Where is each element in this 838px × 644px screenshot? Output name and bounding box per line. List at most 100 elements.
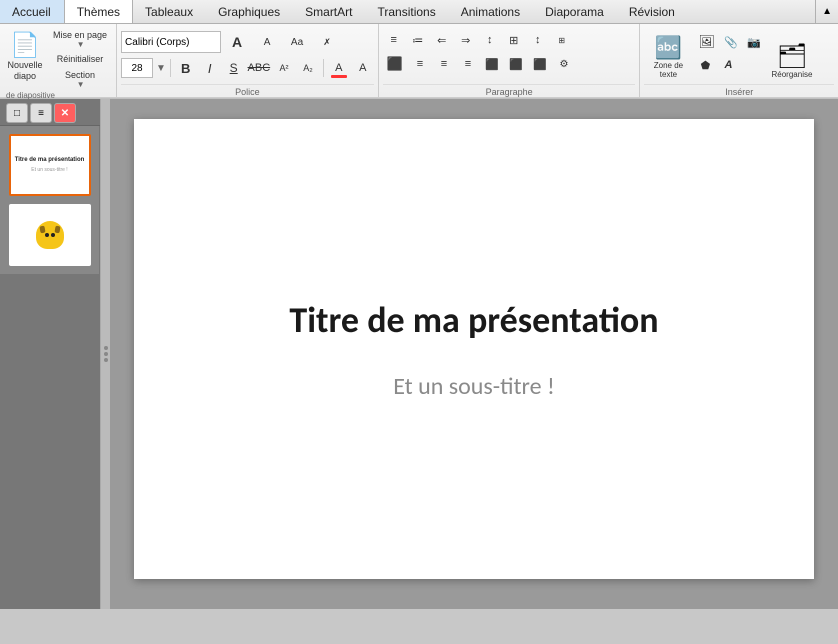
menu-themes[interactable]: Thèmes xyxy=(64,0,133,23)
scroll-dot-3 xyxy=(104,358,108,362)
align-top-btn[interactable]: ⬛ xyxy=(481,53,503,75)
ribbon-group-police: A A Aa ✗ ▼ B I S ABC A² A₂ xyxy=(117,24,379,97)
diapositives-controls: 📄 Nouvellediapo Mise en page ▼ Réinitial… xyxy=(4,27,112,102)
align-justify-btn[interactable]: ≡ xyxy=(457,53,479,75)
slides-sidebar: 1 Titre de ma présentation Et un sous-ti… xyxy=(0,126,100,274)
scroll-dot-2 xyxy=(104,352,108,356)
ribbon-group-diapositives: 📄 Nouvellediapo Mise en page ▼ Réinitial… xyxy=(0,24,117,97)
smartart-convert-btn[interactable]: ⚙ xyxy=(553,53,575,75)
underline-button[interactable]: S xyxy=(223,57,245,79)
font-color-btn[interactable]: A xyxy=(328,57,350,79)
font-family-select[interactable] xyxy=(121,31,221,53)
ribbon: 📄 Nouvellediapo Mise en page ▼ Réinitial… xyxy=(0,24,838,99)
indent-decrease-btn[interactable]: ⇐ xyxy=(431,29,453,51)
text-highlight-btn[interactable]: A xyxy=(352,57,374,79)
superscript-button[interactable]: A² xyxy=(273,57,295,79)
reorganize-label: Réorganise xyxy=(772,71,813,80)
eye-left xyxy=(45,233,49,237)
ear-left xyxy=(39,226,45,234)
font-size-up[interactable]: A xyxy=(253,29,281,55)
slide-canvas[interactable]: Titre de ma présentation Et un sous-titr… xyxy=(134,119,814,579)
menu-graphiques[interactable]: Graphiques xyxy=(206,0,293,23)
textbox-icon: 🔤 xyxy=(655,36,682,60)
police-controls: A A Aa ✗ ▼ B I S ABC A² A₂ xyxy=(121,27,374,84)
bold-button[interactable]: B xyxy=(175,57,197,79)
menu-expand-arrow[interactable]: ▲ xyxy=(815,0,838,23)
new-slide-label: Nouvellediapo xyxy=(7,60,42,82)
inserer-controls: 🔤 Zone de texte 🖼 📎 📷 ⬟ A xyxy=(644,27,834,84)
align-bottom-btn[interactable]: ⬛ xyxy=(529,53,551,75)
align-middle-btn[interactable]: ⬛ xyxy=(505,53,527,75)
main-area: □ ≡ ✕ 1 Titre de ma présentation Et un s… xyxy=(0,99,838,609)
separator-2 xyxy=(323,59,324,77)
menu-transitions[interactable]: Transitions xyxy=(365,0,448,23)
numbered-list-btn[interactable]: ≔ xyxy=(407,29,429,51)
ribbon-top: 📄 Nouvellediapo Mise en page ▼ Réinitial… xyxy=(0,24,838,98)
reorganize-button[interactable]: 🗂 Réorganise xyxy=(767,29,817,83)
paragraphe-controls: ≡ ≔ ⇐ ⇒ ↕ ⊞ ↕ ⊞ ⬛ ≡ ≡ ≡ ⬛ ⬛ ⬛ ⚙ xyxy=(383,27,636,84)
insert-clip-btn[interactable]: 📎 xyxy=(720,31,742,53)
reorganize-icon: 🗂 xyxy=(777,45,807,69)
columns-btn[interactable]: ⊞ xyxy=(503,29,525,51)
text-direction-btn[interactable]: ↕ xyxy=(479,29,501,51)
slide-thumb-2[interactable] xyxy=(9,204,91,266)
slide-title: Titre de ma présentation xyxy=(289,298,658,342)
menu-bar: Accueil Thèmes Tableaux Graphiques Smart… xyxy=(0,0,838,24)
subscript-button[interactable]: A₂ xyxy=(297,57,319,79)
font-clear-btn[interactable]: ✗ xyxy=(313,29,341,55)
ribbon-group-inserer: 🔤 Zone de texte 🖼 📎 📷 ⬟ A xyxy=(640,24,838,97)
separator-1 xyxy=(170,59,171,77)
slides-panel: □ ≡ ✕ 1 Titre de ma présentation Et un s… xyxy=(0,99,100,609)
insert-wordart-btn[interactable]: A xyxy=(717,54,739,76)
menu-accueil[interactable]: Accueil xyxy=(0,0,64,23)
font-size-arrow[interactable]: ▼ xyxy=(156,63,166,74)
resize-handle[interactable] xyxy=(100,99,110,609)
indent-increase-btn[interactable]: ⇒ xyxy=(455,29,477,51)
align-left-btn[interactable]: ⬛ xyxy=(383,53,407,75)
police-group-label: Police xyxy=(121,84,374,97)
bullet-list-btn[interactable]: ≡ xyxy=(383,29,405,51)
font-theme-btn[interactable]: Aa xyxy=(283,29,311,55)
slide-thumb-1-inner: Titre de ma présentation Et un sous-titr… xyxy=(11,136,89,194)
thumb-1-title: Titre de ma présentation xyxy=(15,157,85,164)
thumb-2-image xyxy=(36,221,64,249)
menu-smartart[interactable]: SmartArt xyxy=(293,0,365,23)
eye-right xyxy=(51,233,55,237)
line-spacing-btn[interactable]: ↕ xyxy=(527,29,549,51)
sidebar-panel-buttons: □ ≡ ✕ xyxy=(0,99,100,126)
font-size-input[interactable] xyxy=(121,58,153,78)
insert-picture-btn[interactable]: 🖼 xyxy=(694,31,719,53)
align-right-btn[interactable]: ≡ xyxy=(433,53,455,75)
align-center-btn[interactable]: ≡ xyxy=(409,53,431,75)
paragraphe-group-label: Paragraphe xyxy=(383,84,636,97)
new-slide-button[interactable]: 📄 Nouvellediapo xyxy=(4,29,46,89)
insert-shapes-btn[interactable]: ⬟ xyxy=(694,54,716,76)
ear-right xyxy=(54,226,60,234)
textbox-label: Zone de texte xyxy=(645,62,691,80)
menu-revision[interactable]: Révision xyxy=(617,0,688,23)
font-size-down[interactable]: A xyxy=(223,29,251,55)
section-button[interactable]: Section ▼ xyxy=(48,70,112,88)
ribbon-group-paragraphe: ≡ ≔ ⇐ ⇒ ↕ ⊞ ↕ ⊞ ⬛ ≡ ≡ ≡ ⬛ ⬛ ⬛ ⚙ xyxy=(379,24,641,97)
inserer-group-label: Insérer xyxy=(644,84,834,97)
panel-view-btn-list[interactable]: ≡ xyxy=(30,103,52,123)
reset-button[interactable]: Réinitialiser xyxy=(48,50,112,68)
new-slide-icon: 📄 xyxy=(10,34,40,58)
insert-photo-btn[interactable]: 📷 xyxy=(743,31,765,53)
strikethrough-button[interactable]: ABC xyxy=(247,57,271,79)
panel-view-btn-outline[interactable]: □ xyxy=(6,103,28,123)
scroll-dot-1 xyxy=(104,346,108,350)
italic-button[interactable]: I xyxy=(199,57,221,79)
menu-diaporama[interactable]: Diaporama xyxy=(533,0,617,23)
thumb-1-subtitle: Et un sous-titre ! xyxy=(31,167,67,173)
slide-thumb-2-inner xyxy=(11,206,89,264)
menu-tableaux[interactable]: Tableaux xyxy=(133,0,206,23)
textbox-button[interactable]: 🔤 Zone de texte xyxy=(644,29,692,83)
menu-animations[interactable]: Animations xyxy=(449,0,533,23)
slide-thumb-1[interactable]: Titre de ma présentation Et un sous-titr… xyxy=(9,134,91,196)
slide-panel: Titre de ma présentation Et un sous-titr… xyxy=(110,99,838,609)
para-expand-btn[interactable]: ⊞ xyxy=(551,29,573,51)
slide-subtitle: Et un sous-titre ! xyxy=(393,372,555,401)
panel-close-btn[interactable]: ✕ xyxy=(54,103,76,123)
layout-button[interactable]: Mise en page ▼ xyxy=(48,30,112,48)
